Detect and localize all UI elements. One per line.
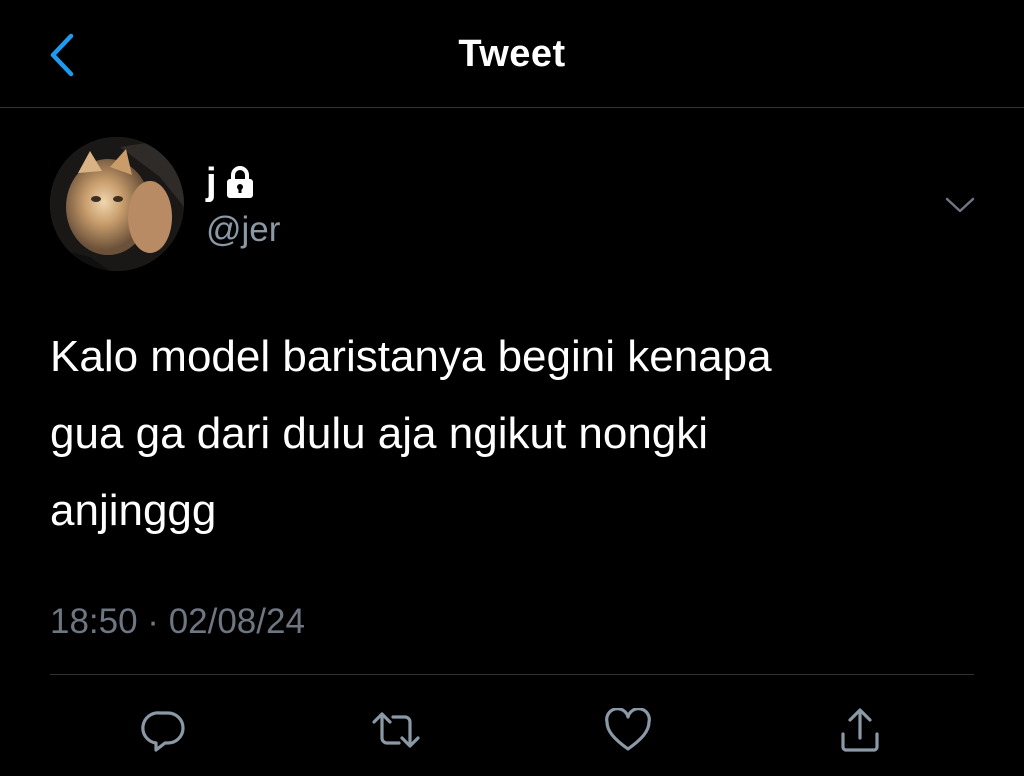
avatar[interactable] <box>50 137 184 271</box>
tweet-menu-button[interactable] <box>940 188 980 222</box>
heart-icon <box>605 708 651 751</box>
retweet-icon <box>372 712 420 748</box>
chevron-down-icon <box>945 197 975 213</box>
author-name-row: j <box>206 158 255 206</box>
retweet-button[interactable] <box>370 704 422 756</box>
top-bar: Tweet <box>0 0 1024 108</box>
share-icon <box>841 708 879 752</box>
lock-icon <box>225 165 255 199</box>
share-button[interactable] <box>834 704 886 756</box>
divider <box>50 674 974 675</box>
avatar-image <box>50 137 184 271</box>
like-button[interactable] <box>602 704 654 756</box>
display-name[interactable]: j <box>206 158 217 206</box>
reply-button[interactable] <box>138 704 190 756</box>
user-handle[interactable]: @jer <box>206 208 280 252</box>
page-title: Tweet <box>458 33 566 75</box>
tweet-text: Kalo model baristanya begini kenapa gua … <box>50 332 772 535</box>
tweet-timestamp[interactable]: 18:50 · 02/08/24 <box>50 598 305 646</box>
reply-icon <box>141 711 185 752</box>
